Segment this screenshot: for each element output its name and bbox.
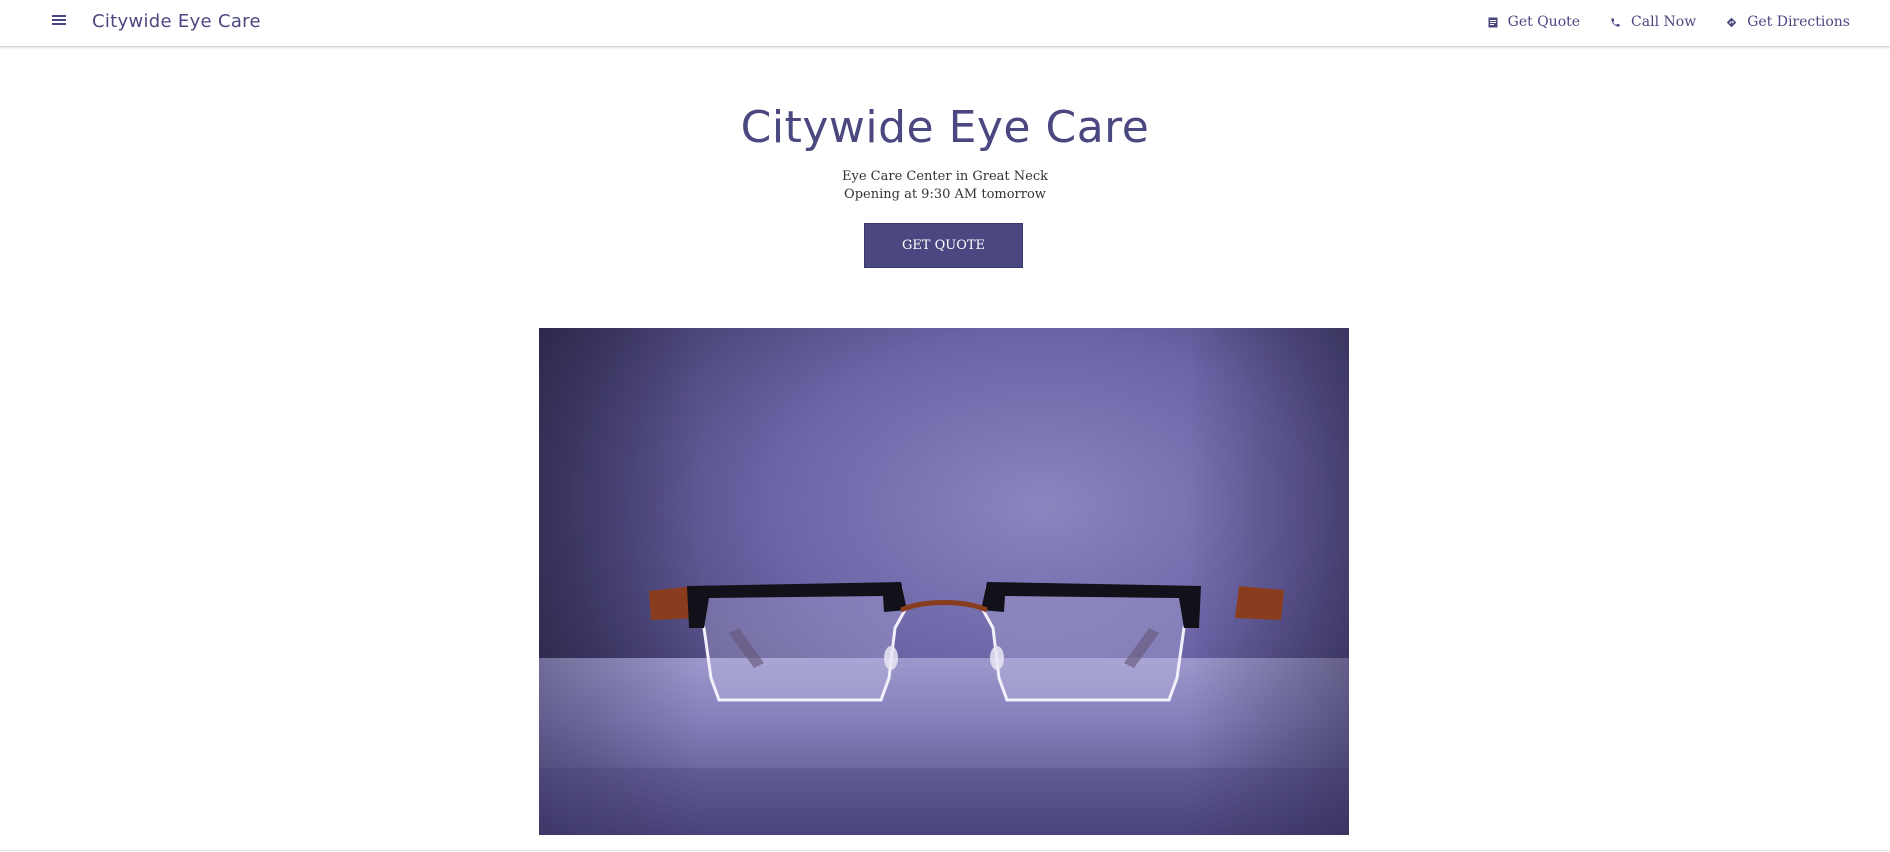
get-directions-link[interactable]: Get Directions [1726,14,1850,30]
get-quote-link[interactable]: Get Quote [1488,14,1580,30]
call-now-label: Call Now [1631,14,1697,30]
get-quote-label: Get Quote [1507,14,1581,30]
brand-name[interactable]: Citywide Eye Care [92,11,261,32]
page-title: Citywide Eye Care [740,102,1150,153]
get-directions-label: Get Directions [1747,14,1850,30]
menu-icon[interactable] [50,13,68,31]
call-now-link[interactable]: Call Now [1610,14,1696,30]
get-quote-button[interactable]: GET QUOTE [864,223,1023,268]
page-divider [0,850,1890,851]
header-nav: Get Quote Call Now Get Directions [1488,14,1850,30]
top-navigation-bar: Citywide Eye Care Get Quote Call Now Get… [0,0,1890,47]
quote-icon [1488,17,1498,27]
directions-icon [1727,17,1737,27]
business-category: Eye Care Center in Great Neck [842,169,1048,184]
opening-hours: Opening at 9:30 AM tomorrow [844,187,1046,202]
phone-icon [1611,17,1620,27]
hero-image [539,328,1349,835]
